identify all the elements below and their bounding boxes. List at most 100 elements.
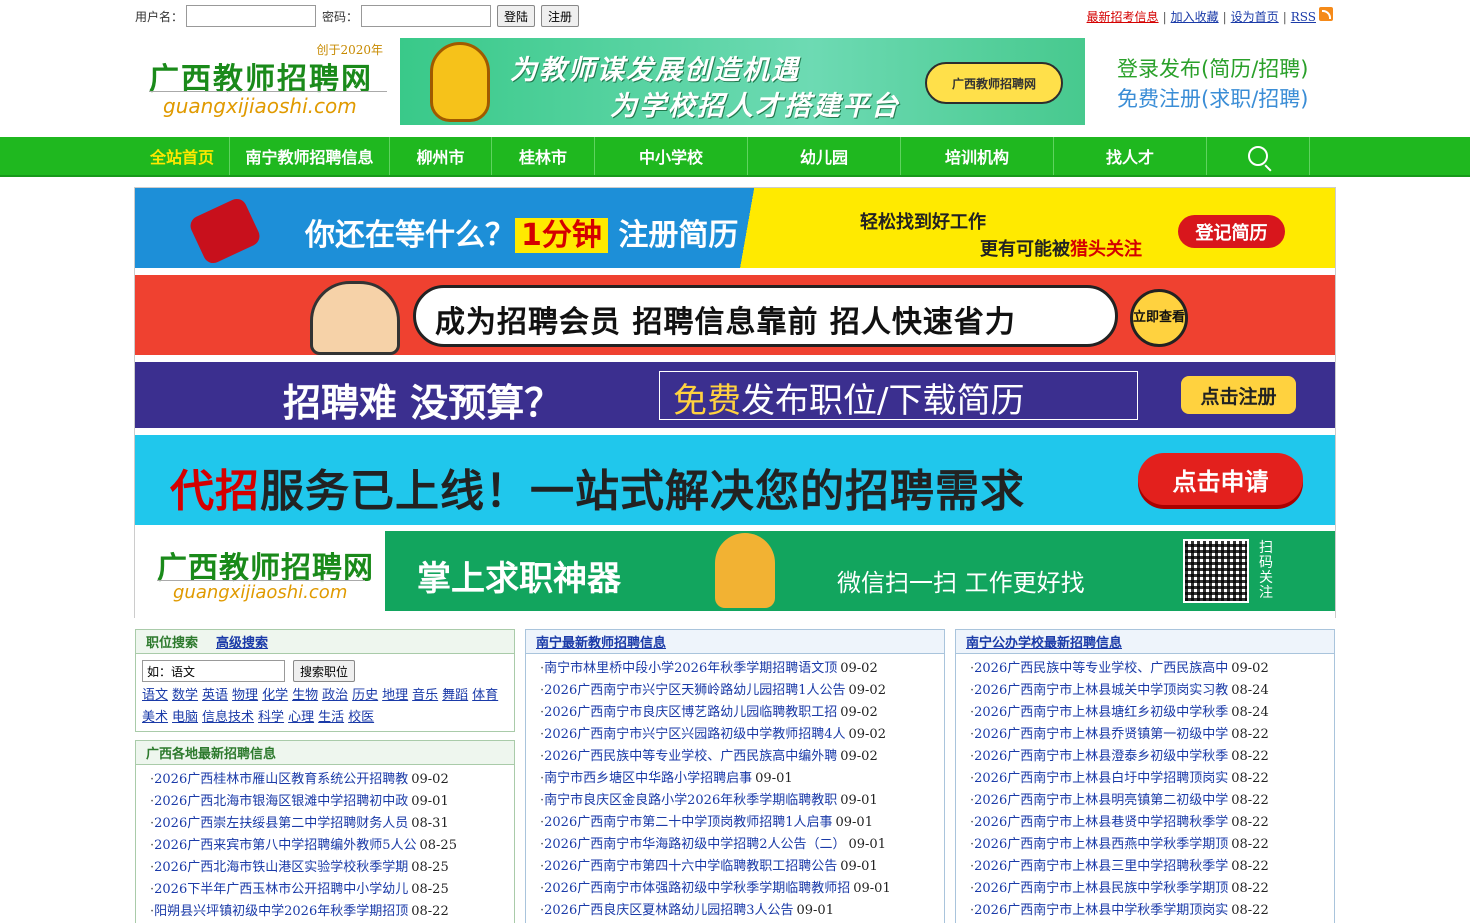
job-link[interactable]: 2026广西南宁市上林县明亮镇第二初级中学 (974, 793, 1228, 808)
set-homepage-link[interactable]: 设为首页 (1231, 8, 1279, 25)
job-link[interactable]: 南宁市林里桥中段小学2026年秋季学期招聘语文顶 (544, 661, 837, 676)
job-link[interactable]: 2026广西南宁市上林县乔贤镇第一初级中学 (974, 727, 1228, 742)
list-item: ·2026广西北海市铁山港区实验学校秋季学期 08-25 (150, 857, 514, 879)
job-date: 09-02 (840, 749, 878, 764)
job-link[interactable]: 2026广西南宁市上林县三里中学招聘秋季学 (974, 859, 1228, 874)
subject-tag[interactable]: 体育 (472, 688, 498, 703)
register-button[interactable]: 注册 (541, 5, 580, 27)
job-link[interactable]: 2026广西南宁市第二十中学顶岗教师招聘1人启事 (544, 815, 832, 830)
job-link[interactable]: 2026广西来宾市第八中学招聘编外教师5人公 (154, 838, 416, 853)
login-button[interactable]: 登陆 (497, 5, 536, 27)
free-register-link[interactable]: 免费注册(求职/招聘) (1117, 84, 1308, 114)
ad5-panel: 掌上求职神器 微信扫一扫 工作更好找 扫码关注 (385, 531, 1335, 611)
ad-free-post[interactable]: 招聘难 没预算？ 免费发布职位/下载简历 点击注册 (135, 362, 1335, 428)
job-link[interactable]: 2026广西南宁市上林县中学秋季学期顶岗实 (974, 903, 1228, 918)
subject-tag[interactable]: 电脑 (172, 710, 198, 725)
login-post-link[interactable]: 登录发布(简历/招聘) (1117, 54, 1308, 84)
job-date: 08-31 (411, 816, 449, 831)
subject-tag[interactable]: 科学 (258, 710, 284, 725)
list-item: ·2026广西北海市银海区银滩中学招聘初中政 09-01 (150, 791, 514, 813)
view-now-button[interactable]: 立即查看 (1130, 289, 1188, 347)
advanced-search-link[interactable]: 高级搜索 (216, 632, 268, 651)
subject-tag[interactable]: 物理 (232, 688, 258, 703)
hero-banner[interactable]: 为教师谋发展创造机遇 为学校招人才搭建平台 广西教师招聘网 (400, 38, 1085, 125)
password-input[interactable] (361, 5, 492, 27)
separator: | (1222, 9, 1227, 24)
subject-tag[interactable]: 语文 (142, 688, 168, 703)
subject-tag[interactable]: 校医 (348, 710, 374, 725)
search-icon[interactable] (1248, 146, 1268, 166)
job-link[interactable]: 2026广西南宁市上林县巷贤中学招聘秋季学 (974, 815, 1228, 830)
keyword-input[interactable] (142, 660, 285, 682)
nav-nanning[interactable]: 南宁教师招聘信息 (230, 137, 390, 175)
job-link[interactable]: 南宁市西乡塘区中华路小学招聘启事 (544, 771, 752, 786)
ad-membership[interactable]: 成为招聘会员 招聘信息靠前 招人快速省力 立即查看 (135, 275, 1335, 355)
job-link[interactable]: 2026广西北海市银海区银滩中学招聘初中政 (154, 794, 408, 809)
username-input[interactable] (186, 5, 317, 27)
job-link[interactable]: 2026广西民族中等专业学校、广西民族高中编外聘 (544, 749, 837, 764)
nav-home[interactable]: 全站首页 (135, 137, 230, 175)
job-link[interactable]: 2026广西南宁市体强路初级中学秋季学期临聘教师招 (544, 881, 850, 896)
nav-schools[interactable]: 中小学校 (595, 137, 748, 175)
nav-liuzhou[interactable]: 柳州市 (390, 137, 492, 175)
job-link[interactable]: 2026广西南宁市兴宁区天狮岭路幼儿园招聘1人公告 (544, 683, 845, 698)
job-link[interactable]: 2026广西南宁市第四十六中学临聘教职工招聘公告 (544, 859, 837, 874)
ad-agency-service[interactable]: 代招服务已上线！一站式解决您的招聘需求 点击申请 (135, 435, 1335, 525)
qr-code-icon[interactable] (1183, 539, 1249, 603)
ad-wechat[interactable]: 广西教师招聘网 guangxijiaoshi.com 掌上求职神器 微信扫一扫 … (135, 531, 1335, 618)
search-jobs-button[interactable]: 搜索职位 (293, 660, 356, 682)
subject-tag[interactable]: 化学 (262, 688, 288, 703)
job-link[interactable]: 2026广西南宁市上林县西燕中学秋季学期顶 (974, 837, 1228, 852)
subject-tag[interactable]: 舞蹈 (442, 688, 468, 703)
subject-tag[interactable]: 音乐 (412, 688, 438, 703)
job-date: 08-25 (419, 838, 457, 853)
job-link[interactable]: 2026广西崇左扶绥县第二中学招聘财务人员 (154, 816, 408, 831)
job-link[interactable]: 南宁市良庆区金良路小学2026年秋季学期临聘教职 (544, 793, 837, 808)
subject-tag[interactable]: 地理 (382, 688, 408, 703)
site-logo[interactable]: 创于2020年 广西教师招聘网 guangxijiaoshi.com (135, 38, 395, 124)
list-item: ·阳朔县兴坪镇初级中学2026年秋季学期招顶 08-22 (150, 901, 514, 923)
job-link[interactable]: 2026广西南宁市上林县白圩中学招聘顶岗实 (974, 771, 1228, 786)
job-link[interactable]: 2026广西南宁市上林县澄泰乡初级中学秋季 (974, 749, 1228, 764)
subject-tag[interactable]: 心理 (288, 710, 314, 725)
job-link[interactable]: 2026广西南宁市良庆区博艺路幼儿园临聘教职工招 (544, 705, 837, 720)
nav-search[interactable] (1207, 137, 1310, 175)
nav-kindergarten[interactable]: 幼儿园 (748, 137, 901, 175)
ad5-sub: 微信扫一扫 工作更好找 (837, 569, 1085, 597)
job-link[interactable]: 2026广西南宁市上林县城关中学顶岗实习教 (974, 683, 1228, 698)
rss-icon[interactable] (1319, 6, 1333, 21)
register-resume-button[interactable]: 登记简历 (1178, 215, 1285, 248)
apply-button[interactable]: 点击申请 (1138, 453, 1303, 505)
job-link[interactable]: 2026广西南宁市上林县民族中学秋季学期顶 (974, 881, 1228, 896)
click-register-button[interactable]: 点击注册 (1181, 376, 1296, 414)
ad-register-resume[interactable]: 你还在等什么？ 1分钟 注册简历 轻松找到好工作 更有可能被猎头关注 登记简历 (135, 188, 1335, 268)
list-item: ·2026广西南宁市兴宁区天狮岭路幼儿园招聘1人公告 09-02 (540, 680, 944, 702)
job-link[interactable]: 阳朔县兴坪镇初级中学2026年秋季学期招顶 (154, 904, 408, 919)
job-link[interactable]: 2026广西南宁市兴宁区兴园路初级中学教师招聘4人 (544, 727, 845, 742)
nanning-title-link[interactable]: 南宁最新教师招聘信息 (536, 632, 666, 651)
subject-tag[interactable]: 美术 (142, 710, 168, 725)
latest-exam-link[interactable]: 最新招考信息 (1087, 8, 1159, 25)
subject-tag[interactable]: 政治 (322, 688, 348, 703)
nav-training[interactable]: 培训机构 (901, 137, 1054, 175)
subject-tag[interactable]: 英语 (202, 688, 228, 703)
job-link[interactable]: 2026广西南宁市上林县塘红乡初级中学秋季 (974, 705, 1228, 720)
subject-tag[interactable]: 生活 (318, 710, 344, 725)
nav-find-talent[interactable]: 找人才 (1054, 137, 1207, 175)
subject-tag[interactable]: 信息技术 (202, 710, 254, 725)
list-item: ·2026广西南宁市上林县中学秋季学期顶岗实 08-22 (970, 900, 1334, 922)
job-link[interactable]: 2026广西桂林市雁山区教育系统公开招聘教 (154, 772, 408, 787)
subject-tag[interactable]: 数学 (172, 688, 198, 703)
ad3-sub: 免费发布职位/下载简历 (673, 381, 1025, 421)
rss-link[interactable]: RSS (1291, 10, 1316, 24)
job-link[interactable]: 2026下半年广西玉林市公开招聘中小学幼儿 (154, 882, 408, 897)
subject-tag[interactable]: 生物 (292, 688, 318, 703)
job-link[interactable]: 2026广西良庆区夏林路幼儿园招聘3人公告 (544, 903, 793, 918)
nav-guilin[interactable]: 桂林市 (492, 137, 595, 175)
job-link[interactable]: 2026广西民族中等专业学校、广西民族高中 (974, 661, 1228, 676)
public-title-link[interactable]: 南宁公办学校最新招聘信息 (966, 632, 1122, 651)
add-favorite-link[interactable]: 加入收藏 (1171, 8, 1219, 25)
job-link[interactable]: 2026广西南宁市华海路初级中学招聘2人公告（二） (544, 837, 845, 852)
subject-tag[interactable]: 历史 (352, 688, 378, 703)
job-link[interactable]: 2026广西北海市铁山港区实验学校秋季学期 (154, 860, 408, 875)
